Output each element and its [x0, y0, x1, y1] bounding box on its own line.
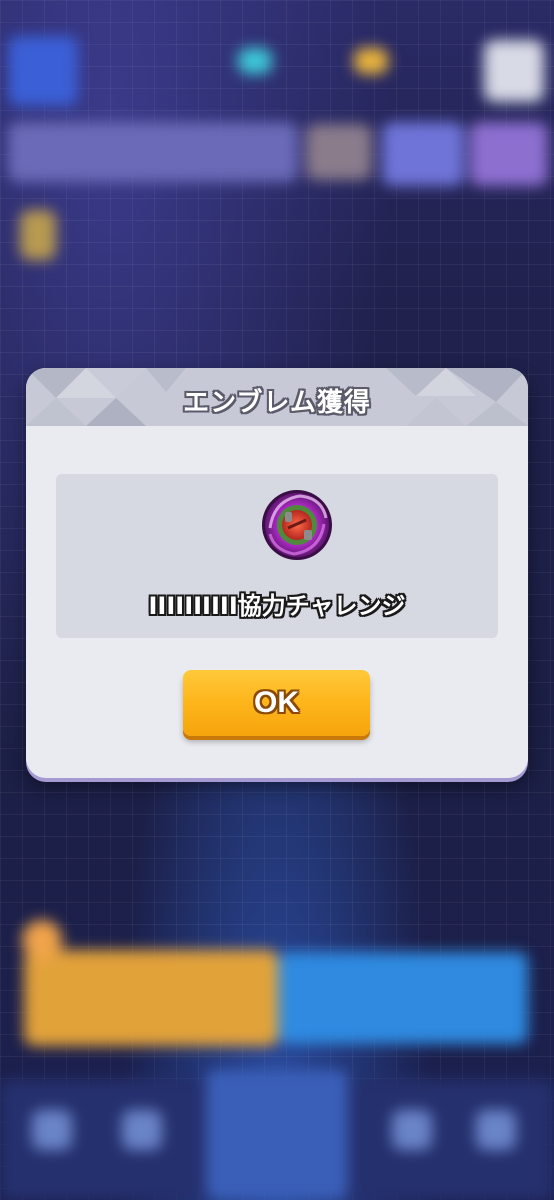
header-gem-icon [238, 48, 272, 74]
player-avatar [8, 36, 78, 106]
bottom-nav-center [206, 1070, 348, 1200]
purple-swirl-emblem-icon [262, 490, 332, 560]
reward-panel: IIIIIIIIII協力チャレンジ [56, 474, 498, 638]
bottom-nav-item-4 [476, 1110, 516, 1150]
orange-feature-button [24, 950, 278, 1046]
bottom-nav-item-3 [392, 1110, 432, 1150]
header-coin-icon [354, 48, 388, 74]
emblem-acquired-dialog: エンブレム獲得 IIIIIIIIII協力チャレンジ OK [26, 368, 528, 778]
event-icon-1 [382, 122, 464, 186]
bottom-nav-item-1 [32, 1110, 72, 1150]
ok-button[interactable]: OK [183, 670, 370, 736]
reward-name: IIIIIIIIII協力チャレンジ [148, 592, 406, 620]
orange-badge [22, 920, 62, 960]
trophy-icon [306, 124, 372, 180]
event-icon-2 [470, 122, 548, 186]
dialog-title: エンブレム獲得 [183, 388, 371, 418]
blue-feature-button [278, 952, 528, 1044]
dialog-header: エンブレム獲得 [26, 368, 528, 426]
banner-strip [8, 122, 298, 182]
menu-icon [484, 40, 544, 102]
side-badge [20, 210, 56, 260]
bottom-nav-item-2 [122, 1110, 162, 1150]
ok-button-label: OK [254, 686, 299, 719]
